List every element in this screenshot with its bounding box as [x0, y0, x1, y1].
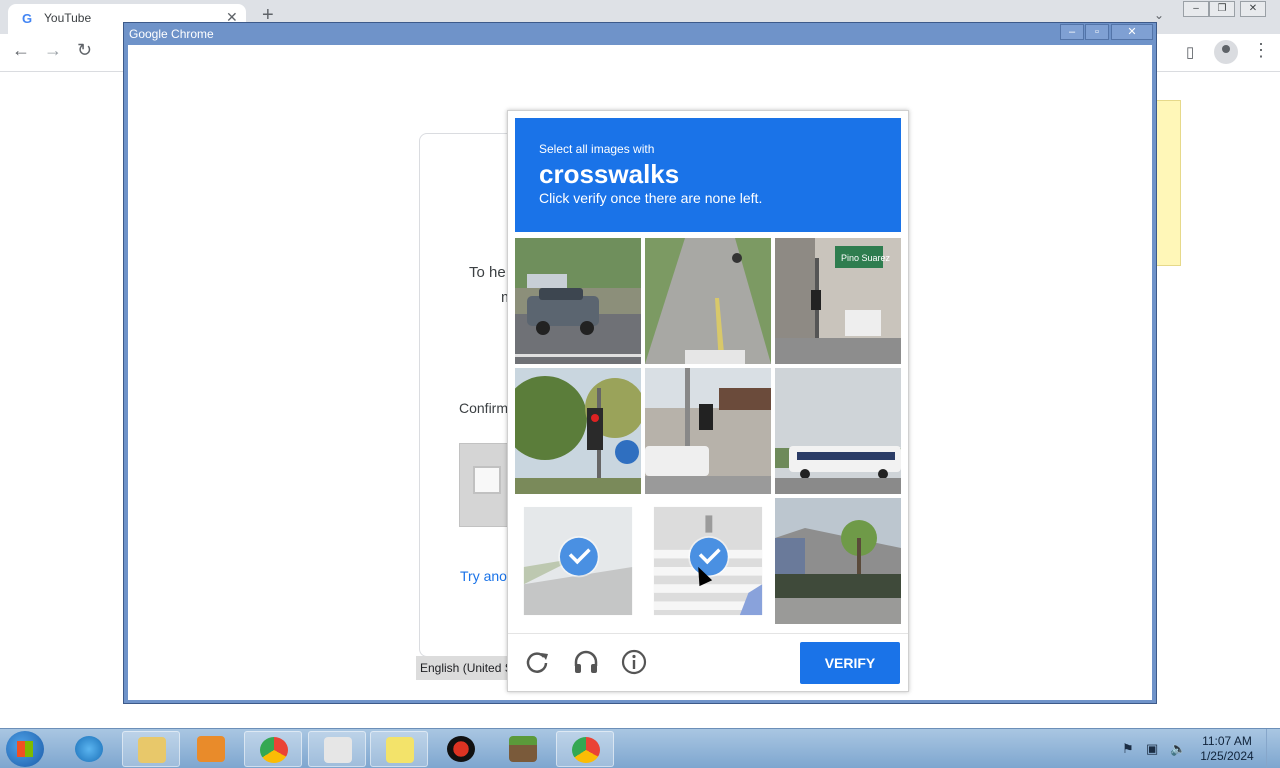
tile-image	[515, 368, 641, 494]
app-icon	[324, 737, 352, 763]
chrome-icon	[572, 737, 600, 763]
popup-minimize-button[interactable]: –	[1060, 24, 1084, 40]
media-player-icon	[197, 736, 225, 762]
taskbar-sticky-notes[interactable]	[370, 731, 428, 767]
tile-image	[645, 238, 771, 364]
image-tile-8[interactable]	[653, 506, 763, 616]
image-tile-5[interactable]	[645, 368, 771, 494]
forward-icon[interactable]: →	[44, 40, 62, 61]
back-icon[interactable]: ←	[12, 40, 30, 61]
selected-check-icon	[559, 537, 598, 576]
minecraft-icon	[509, 736, 537, 762]
side-panel-icon[interactable]: ▯	[1186, 43, 1194, 61]
taskbar-explorer[interactable]	[122, 731, 180, 767]
taskbar-app-2[interactable]	[432, 731, 490, 767]
popup-close-button[interactable]: ✕	[1111, 24, 1153, 40]
try-another-link[interactable]: Try anot	[460, 568, 511, 584]
tile-image	[515, 238, 641, 364]
image-tile-3[interactable]: Pino Suarez	[775, 238, 901, 364]
tile-image	[645, 368, 771, 494]
popup-title: Google Chrome	[129, 27, 214, 41]
start-button[interactable]	[6, 731, 44, 767]
language-select[interactable]: English (United S	[416, 656, 516, 680]
record-app-icon	[447, 736, 475, 762]
folder-icon	[138, 737, 166, 763]
taskbar-chrome-2[interactable]	[556, 731, 614, 767]
image-grid: Pino Suarez	[515, 238, 901, 624]
reload-page-icon[interactable]: ↻	[77, 40, 92, 61]
challenge-header: Select all images with crosswalks Click …	[515, 118, 901, 232]
image-tile-1[interactable]	[515, 238, 641, 364]
google-favicon-icon: G	[22, 11, 33, 26]
info-icon[interactable]	[620, 648, 648, 676]
challenge-footer: VERIFY	[508, 633, 908, 691]
image-tile-7[interactable]	[523, 506, 633, 616]
instruction-small: Select all images with	[539, 142, 655, 156]
tab-title: YouTube	[44, 11, 92, 25]
clock-time: 11:07 AM	[1202, 734, 1252, 748]
headphones-icon[interactable]	[572, 648, 600, 676]
image-tile-2[interactable]	[645, 238, 771, 364]
tile-image	[775, 498, 901, 624]
network-icon[interactable]: ▣	[1146, 741, 1158, 757]
tile-image: Pino Suarez	[775, 238, 901, 364]
window-minimize-button[interactable]: –	[1183, 1, 1209, 17]
reload-icon[interactable]	[524, 648, 552, 676]
taskbar-minecraft[interactable]	[494, 731, 552, 767]
volume-muted-icon[interactable]: 🔈	[1170, 741, 1186, 757]
taskbar-chrome-1[interactable]	[244, 731, 302, 767]
taskbar-app[interactable]	[308, 731, 366, 767]
sticky-note	[1156, 100, 1181, 266]
svg-text:Pino Suarez: Pino Suarez	[841, 253, 891, 263]
window-restore-button[interactable]: ❐	[1209, 1, 1235, 17]
instruction-target: crosswalks	[539, 159, 680, 189]
image-tile-6[interactable]	[775, 368, 901, 494]
robot-checkbox[interactable]	[473, 466, 501, 494]
tab-search-icon[interactable]: ⌄	[1154, 8, 1164, 22]
menu-icon[interactable]: ⋮	[1252, 40, 1270, 61]
profile-avatar[interactable]	[1214, 40, 1238, 64]
taskbar-media-player[interactable]	[182, 731, 240, 767]
card-text-line1: To he	[469, 264, 506, 281]
image-tile-9[interactable]	[775, 498, 901, 624]
taskbar-ie[interactable]	[60, 731, 118, 767]
clock-date: 1/25/2024	[1200, 749, 1254, 763]
taskbar: ⚑ ▣ 🔈 11:07 AM 1/25/2024	[0, 728, 1280, 768]
confirm-text: Confirm	[459, 400, 509, 416]
popup-maximize-button[interactable]: ▫	[1085, 24, 1109, 40]
tile-image	[775, 368, 901, 494]
image-tile-4[interactable]	[515, 368, 641, 494]
system-clock[interactable]: 11:07 AM 1/25/2024	[1196, 734, 1258, 764]
show-desktop-button[interactable]	[1266, 729, 1280, 768]
chrome-icon	[260, 737, 288, 763]
recaptcha-challenge: Select all images with crosswalks Click …	[507, 110, 909, 692]
verify-button[interactable]: VERIFY	[800, 642, 900, 684]
instruction-sub: Click verify once there are none left.	[539, 190, 763, 206]
sticky-notes-icon	[386, 737, 414, 763]
internet-explorer-icon	[75, 736, 103, 762]
action-center-flag-icon[interactable]: ⚑	[1122, 741, 1134, 757]
window-close-button[interactable]: ✕	[1240, 1, 1266, 17]
